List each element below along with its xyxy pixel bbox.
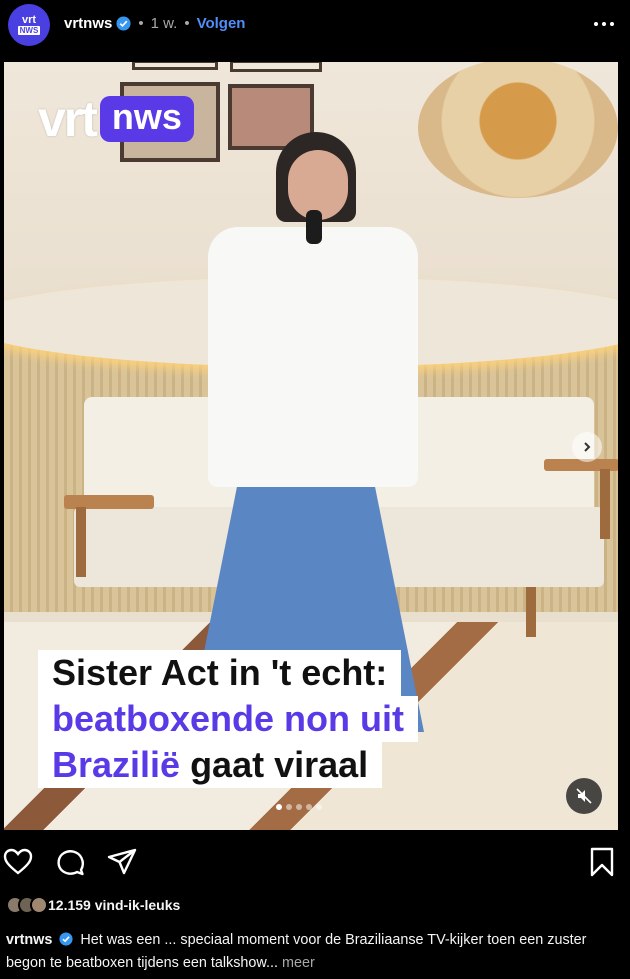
wall-emblem xyxy=(418,62,618,198)
next-slide-button[interactable] xyxy=(572,432,602,462)
separator-dot: • xyxy=(138,15,144,32)
picture-frame xyxy=(230,62,322,72)
header-meta: vrtnws • 1 w. • Volgen xyxy=(64,15,245,32)
logo-nws: nws xyxy=(99,96,194,142)
liker-avatars xyxy=(6,896,48,914)
separator-dot: • xyxy=(184,15,190,32)
post-time[interactable]: 1 w. xyxy=(151,15,178,32)
more-options-icon[interactable] xyxy=(592,12,616,36)
caption-line-2-text: beatboxende non uit xyxy=(52,698,405,739)
bookmark-icon[interactable] xyxy=(586,846,618,878)
heart-icon[interactable] xyxy=(2,846,34,878)
singing-nun xyxy=(184,132,434,732)
caption-line-1: Sister Act in 't echt: xyxy=(38,650,402,696)
carousel-dot xyxy=(306,804,312,810)
likes-row[interactable]: 12.159 vind-ik-leuks xyxy=(6,896,180,914)
carousel-dots xyxy=(276,804,322,810)
comment-icon[interactable] xyxy=(54,846,86,878)
post-header: vrt NWS vrtnws • 1 w. • Volgen xyxy=(0,0,630,50)
caption-line-3-highlight: Brazilië xyxy=(52,744,181,785)
caption-line-3: Brazilië gaat viraal xyxy=(38,742,383,788)
chevron-right-icon xyxy=(584,442,591,452)
liker-avatar xyxy=(30,896,48,914)
post-media[interactable]: vrt nws Sister Act in 't echt: beatboxen… xyxy=(4,62,618,830)
description-username[interactable]: vrtnws xyxy=(6,932,52,948)
mute-button[interactable] xyxy=(566,778,602,814)
follow-button[interactable]: Volgen xyxy=(197,15,246,32)
video-caption: Sister Act in 't echt: beatboxende non u… xyxy=(38,650,419,788)
caption-line-2: beatboxende non uit xyxy=(38,696,419,742)
verified-badge-icon xyxy=(59,932,73,946)
avatar-text-top: vrt xyxy=(21,14,37,26)
more-link[interactable]: meer xyxy=(282,955,315,971)
carousel-dot xyxy=(316,804,322,810)
post-description: vrtnws Het was een ... speciaal moment v… xyxy=(6,929,626,975)
picture-frame xyxy=(132,62,218,70)
microphone xyxy=(306,210,322,244)
caption-line-3-rest: gaat viraal xyxy=(180,744,369,785)
carousel-dot xyxy=(276,804,282,810)
verified-badge-icon xyxy=(116,16,131,31)
send-icon[interactable] xyxy=(106,846,138,878)
speaker-muted-icon xyxy=(576,788,592,804)
avatar[interactable]: vrt NWS xyxy=(8,4,50,46)
username-link[interactable]: vrtnws xyxy=(64,15,112,32)
likes-count[interactable]: 12.159 vind-ik-leuks xyxy=(48,897,180,913)
carousel-dot xyxy=(296,804,302,810)
vrt-nws-logo: vrt nws xyxy=(38,90,194,148)
carousel-dot xyxy=(286,804,292,810)
logo-vrt: vrt xyxy=(38,91,98,147)
post-actions xyxy=(0,840,630,884)
avatar-text-bottom: NWS xyxy=(17,26,41,35)
